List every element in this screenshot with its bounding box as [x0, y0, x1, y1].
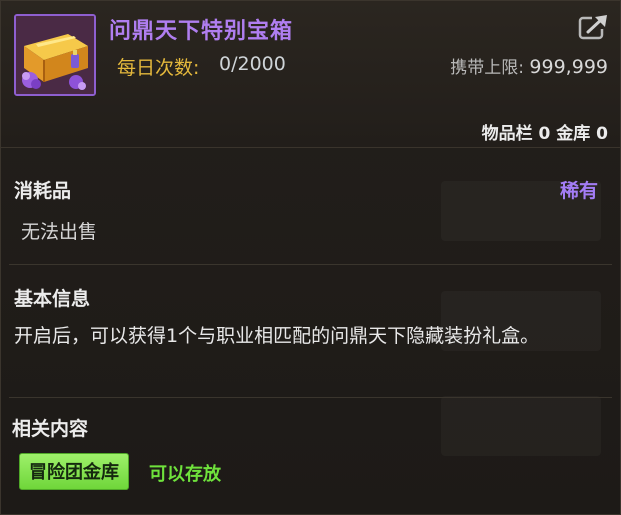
adventure-vault-button[interactable]: 冒险团金库	[19, 453, 129, 490]
rarity-label: 稀有	[559, 180, 598, 202]
divider	[9, 397, 612, 398]
daily-uses-value: 0/2000	[219, 53, 286, 75]
share-export-icon	[578, 15, 608, 40]
basic-info-title: 基本信息	[14, 288, 91, 310]
carry-limit: 携带上限: 999,999	[450, 53, 608, 78]
share-button[interactable]	[578, 13, 610, 41]
item-tooltip-panel: 问鼎天下特别宝箱 每日次数: 0/2000 携带上限: 999,999 物品栏 …	[0, 0, 621, 515]
background-list-ghost	[441, 396, 601, 456]
sell-status: 无法出售	[21, 221, 98, 243]
carry-limit-label: 携带上限:	[450, 58, 525, 78]
category-title: 消耗品	[14, 180, 72, 202]
related-title: 相关内容	[12, 418, 89, 440]
item-description: 开启后，可以获得1个与职业相匹配的问鼎天下隐藏装扮礼盒。	[14, 325, 540, 347]
item-name: 问鼎天下特别宝箱	[109, 19, 294, 44]
carry-limit-value: 999,999	[529, 56, 608, 78]
divider	[9, 264, 612, 265]
storage-status: 可以存放	[149, 464, 221, 485]
item-header: 问鼎天下特别宝箱 每日次数: 0/2000 携带上限: 999,999 物品栏 …	[1, 1, 620, 148]
storage-count: 物品栏 0 金库 0	[481, 124, 608, 144]
treasure-chest-icon	[14, 14, 96, 96]
daily-uses-label: 每日次数:	[117, 57, 200, 79]
